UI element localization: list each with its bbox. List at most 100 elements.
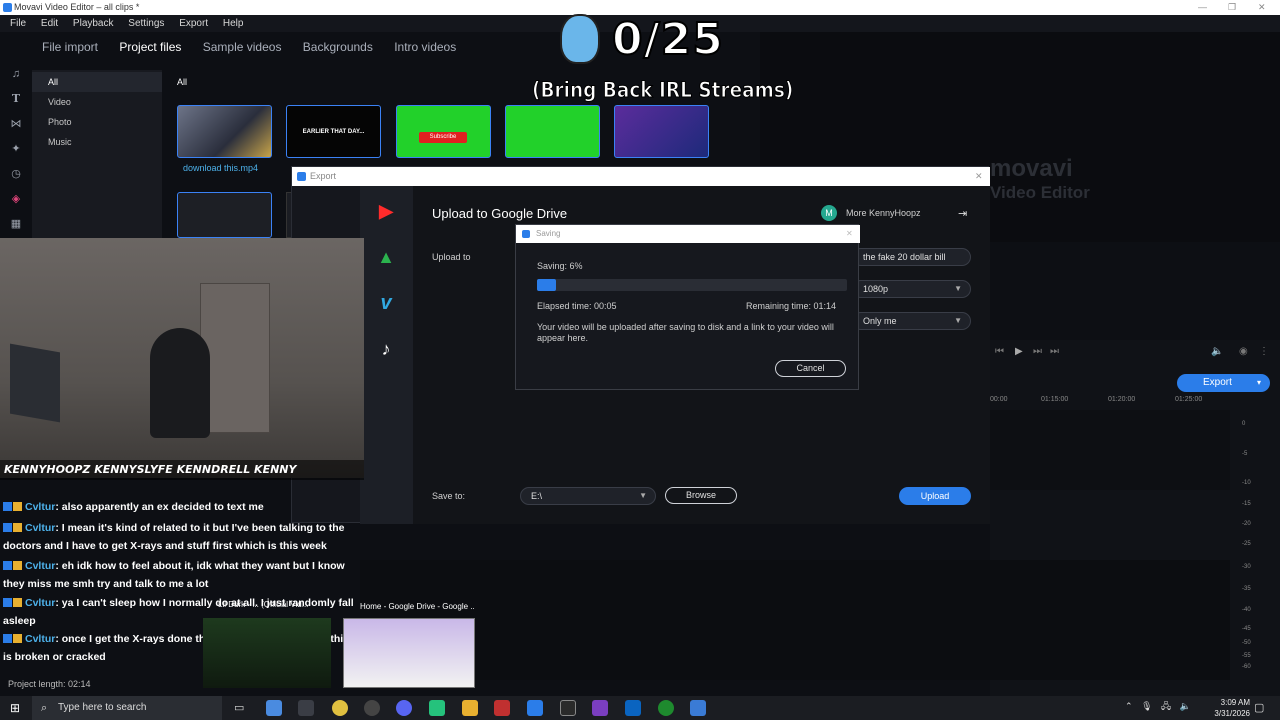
editor-icon[interactable]: [592, 700, 608, 716]
privacy-select[interactable]: Only me ▼: [852, 312, 971, 330]
save-to-label: Save to:: [432, 491, 466, 501]
google-drive-icon[interactable]: ▲: [372, 243, 400, 271]
video-title-field[interactable]: the fake 20 dollar bill: [852, 248, 971, 266]
store-icon[interactable]: [298, 700, 314, 716]
preview-thumbnail[interactable]: [343, 618, 475, 688]
timeline-lower-area: [360, 560, 1230, 680]
play-button-icon[interactable]: ▶: [1015, 346, 1023, 357]
filter-music[interactable]: Music: [48, 137, 72, 147]
tiktok-icon[interactable]: ♪: [372, 335, 400, 363]
account-badge[interactable]: M More KennyHoopz: [821, 205, 921, 221]
browse-button[interactable]: Browse: [665, 487, 737, 504]
project-length: Project length: 02:14: [8, 679, 91, 689]
taskbar-preview-popup: Lil Durk - ... (Official Vid... Home - G…: [200, 598, 480, 690]
filter-photo[interactable]: Photo: [48, 117, 72, 127]
tab-project-files[interactable]: Project files: [119, 40, 181, 54]
saving-dialog-title: Saving: [536, 229, 561, 238]
vimeo-icon[interactable]: v: [372, 289, 400, 317]
media-clip-download[interactable]: [177, 105, 272, 158]
more-icon[interactable]: ⋮: [1259, 346, 1269, 357]
capcut-icon[interactable]: [560, 700, 576, 716]
discord-icon[interactable]: [396, 700, 412, 716]
privacy-value: Only me: [863, 316, 897, 326]
chat-message: Cvltur: eh idk how to feel about it, idk…: [3, 557, 361, 593]
media-clip-screen[interactable]: [177, 192, 272, 238]
timeline-track[interactable]: [990, 410, 1230, 490]
badge-icon: [3, 523, 12, 532]
maximize-icon[interactable]: ❐: [1228, 0, 1236, 15]
copilot-icon[interactable]: [266, 700, 282, 716]
tab-file-import[interactable]: File import: [42, 40, 98, 54]
elapsed-time: Elapsed time: 00:05: [537, 301, 617, 311]
chrome-icon[interactable]: [332, 700, 348, 716]
transitions-icon[interactable]: ⋈: [10, 118, 22, 130]
stickers-icon[interactable]: ◈: [10, 193, 22, 205]
menu-settings[interactable]: Settings: [128, 18, 164, 29]
menu-help[interactable]: Help: [223, 18, 244, 29]
app-icon[interactable]: [690, 700, 706, 716]
obs-icon[interactable]: [364, 700, 380, 716]
effects-wand-icon[interactable]: ✦: [10, 143, 22, 155]
youtube-icon[interactable]: ▶: [372, 197, 400, 225]
outlook-icon[interactable]: [625, 700, 641, 716]
media-clip-greenscreen[interactable]: [505, 105, 600, 158]
more-tools-icon[interactable]: ▦: [10, 218, 22, 230]
snapshot-icon[interactable]: ◉: [1239, 346, 1248, 357]
filter-video[interactable]: Video: [48, 97, 71, 107]
prev-icon[interactable]: ⏮: [995, 346, 1004, 357]
media-clip-earlier[interactable]: EARLIER THAT DAY...: [286, 105, 381, 158]
speaker-icon[interactable]: 🔈: [1180, 701, 1191, 711]
chevron-down-icon[interactable]: ▾: [1257, 374, 1261, 392]
windows-start-icon[interactable]: ⊞: [10, 701, 20, 715]
end-icon[interactable]: ⏭: [1050, 346, 1059, 357]
chevron-up-icon[interactable]: ⌃: [1125, 701, 1133, 711]
menu-file[interactable]: File: [10, 18, 26, 29]
saving-progress-bar: [537, 279, 847, 291]
menu-edit[interactable]: Edit: [41, 18, 58, 29]
vu-tick: -30: [1242, 564, 1251, 570]
saving-message: Your video will be uploaded after saving…: [537, 322, 834, 343]
mic-icon[interactable]: 🎙: [1141, 701, 1152, 711]
notification-icon[interactable]: ▢: [1254, 701, 1264, 714]
media-clip-subscribe[interactable]: Subscribe: [396, 105, 491, 158]
clock-icon[interactable]: ◷: [10, 168, 22, 180]
tab-backgrounds[interactable]: Backgrounds: [303, 40, 373, 54]
taskbar-clock[interactable]: 3:09 AM 3/31/2026: [1198, 697, 1250, 719]
movavi-taskbar-icon[interactable]: [527, 700, 543, 716]
close-window-icon[interactable]: ✕: [1258, 0, 1266, 15]
video-app-icon[interactable]: [494, 700, 510, 716]
export-button-label: Export: [1203, 377, 1232, 388]
task-view-icon[interactable]: ▭: [234, 701, 244, 714]
filter-all[interactable]: All: [32, 72, 162, 92]
export-button[interactable]: Export ▾: [1177, 374, 1270, 392]
taskbar-search[interactable]: ⌕ Type here to search: [32, 696, 222, 720]
resolution-select[interactable]: 1080p ▼: [852, 280, 971, 298]
close-icon[interactable]: ✕: [975, 167, 983, 186]
app-icon[interactable]: [429, 700, 445, 716]
preview-title: Home - Google Drive - Google ...: [360, 602, 475, 611]
minimize-icon[interactable]: —: [1198, 0, 1207, 15]
cancel-button[interactable]: Cancel: [775, 360, 846, 377]
titles-icon[interactable]: T: [10, 93, 22, 105]
file-explorer-icon[interactable]: [462, 700, 478, 716]
volume-icon[interactable]: 🔈: [1211, 346, 1223, 357]
music-note-icon[interactable]: ♫: [10, 68, 22, 80]
upload-to-label: Upload to: [432, 252, 471, 262]
logout-icon[interactable]: ⇥: [958, 207, 967, 220]
next-icon[interactable]: ⏭: [1033, 346, 1042, 357]
tab-sample-videos[interactable]: Sample videos: [203, 40, 282, 54]
network-icon[interactable]: 🖧: [1161, 701, 1171, 711]
close-icon[interactable]: ✕: [846, 225, 853, 243]
menu-export[interactable]: Export: [179, 18, 208, 29]
watermark-line1: movavi: [990, 155, 1073, 182]
media-clip-purple[interactable]: [614, 105, 709, 158]
menu-playback[interactable]: Playback: [73, 18, 114, 29]
preview-thumbnail[interactable]: [203, 618, 331, 688]
tab-intro-videos[interactable]: Intro videos: [394, 40, 456, 54]
save-path-select[interactable]: E:\ ▼: [520, 487, 656, 505]
stream-banner: (Bring Back IRL Streams): [532, 78, 794, 103]
preview-title: Lil Durk - ... (Official Vid...: [218, 600, 309, 609]
badge-icon: [13, 634, 22, 643]
xbox-icon[interactable]: [658, 700, 674, 716]
upload-button[interactable]: Upload: [899, 487, 971, 505]
